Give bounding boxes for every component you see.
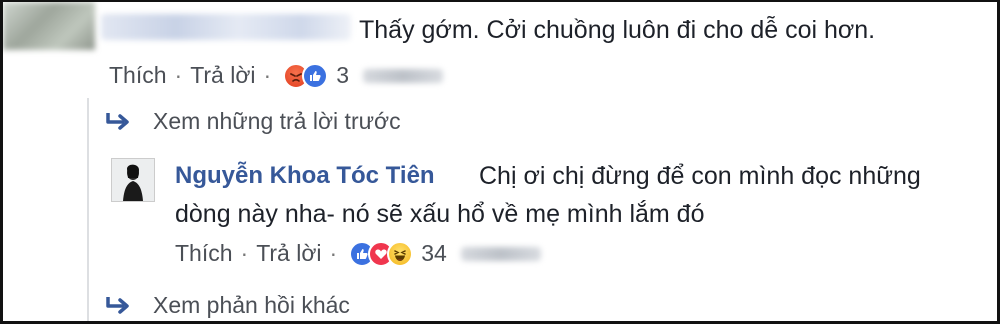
- thread-connector-line: [87, 98, 89, 321]
- separator: ·: [263, 62, 272, 88]
- comment-timestamp[interactable]: [363, 68, 444, 83]
- comment-text: Thấy gớm. Cởi chuồng luôn đi cho dễ coi …: [359, 16, 876, 44]
- separator: ·: [329, 240, 338, 266]
- reply-reactions-summary[interactable]: [349, 240, 414, 267]
- separator: ·: [174, 62, 183, 88]
- comment-thread: Thấy gớm. Cởi chuồng luôn đi cho dễ coi …: [0, 0, 1000, 324]
- view-previous-replies-label[interactable]: Xem những trả lời trước: [153, 108, 401, 135]
- view-more-replies-label[interactable]: Xem phản hồi khác: [153, 292, 350, 319]
- reply-like-link[interactable]: Thích: [175, 240, 233, 267]
- comment-actions: Thích · Trả lời · 3: [109, 62, 444, 89]
- commenter-avatar[interactable]: [3, 2, 95, 50]
- reply-reaction-count[interactable]: 34: [421, 240, 447, 267]
- reaction-count[interactable]: 3: [336, 62, 349, 89]
- reply-arrow-icon: [106, 112, 129, 130]
- reply-author-name[interactable]: Nguyễn Khoa Tóc Tiên: [175, 162, 435, 190]
- reply-author-avatar[interactable]: [111, 158, 155, 202]
- reply-link[interactable]: Trả lời: [190, 62, 255, 89]
- like-link[interactable]: Thích: [109, 62, 167, 89]
- reply-text-line1: Chị ơi chị đừng để con mình đọc những: [479, 162, 921, 190]
- person-silhouette-icon: [112, 159, 154, 201]
- like-reaction-icon: [302, 62, 329, 89]
- reply-actions: Thích · Trả lời · 34: [175, 240, 541, 267]
- view-more-replies-link[interactable]: Xem phản hồi khác: [103, 292, 350, 319]
- haha-reaction-icon: [387, 240, 414, 267]
- reply-timestamp[interactable]: [460, 246, 541, 261]
- view-previous-replies-link[interactable]: Xem những trả lời trước: [103, 108, 401, 135]
- reply-reply-link[interactable]: Trả lời: [256, 240, 321, 267]
- separator: ·: [240, 240, 249, 266]
- reply-arrow-icon: [106, 296, 129, 314]
- commenter-name[interactable]: [101, 14, 351, 40]
- reactions-summary[interactable]: [283, 62, 329, 89]
- reply-text-line2: dòng này nha- nó sẽ xấu hổ về mẹ mình lắ…: [175, 200, 705, 228]
